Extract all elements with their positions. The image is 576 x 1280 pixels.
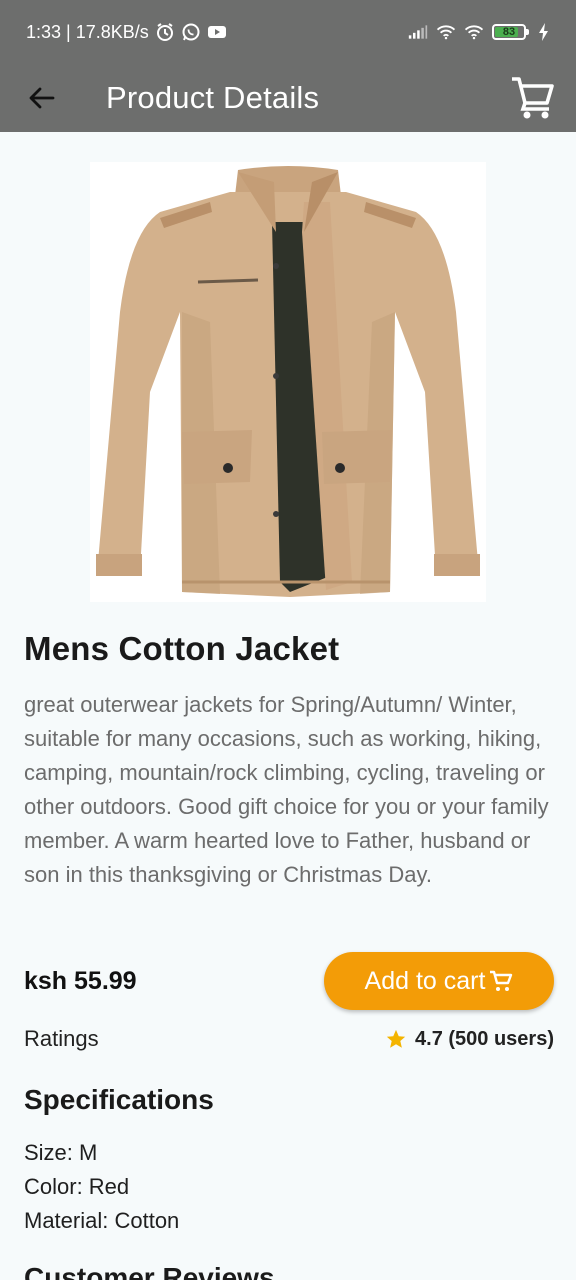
shopping-cart-icon: [512, 77, 554, 119]
wifi-icon: [464, 22, 484, 42]
spec-size: Size: M: [24, 1140, 98, 1165]
price-row: ksh 55.99 Add to cart: [24, 952, 554, 1010]
star-icon: [386, 1029, 406, 1048]
status-bar-left: 1:33 | 17.8KB/s: [26, 22, 227, 43]
back-button[interactable]: [14, 70, 70, 126]
product-content: Mens Cotton Jacket great outerwear jacke…: [24, 630, 554, 892]
product-price: ksh 55.99: [24, 966, 137, 995]
battery-level: 83: [502, 26, 516, 38]
customer-reviews-title: Customer Reviews: [24, 1262, 275, 1280]
status-text: 1:33 | 17.8KB/s: [26, 21, 149, 42]
signal-icon: [408, 22, 428, 42]
product-image: [90, 162, 486, 602]
cart-button[interactable]: [508, 73, 558, 123]
arrow-left-icon: [29, 87, 55, 109]
wifi-icon: [436, 22, 456, 42]
status-bar: 1:33 | 17.8KB/s 83: [0, 0, 576, 64]
specifications-title: Specifications: [24, 1084, 214, 1115]
status-bar-right: 83: [408, 22, 554, 42]
specifications-list: Size: M Color: Red Material: Cotton: [24, 1136, 179, 1238]
ratings-row: Ratings 4.7 (500 users): [24, 1026, 554, 1052]
rating-value: 4.7 (500 users): [385, 1028, 554, 1051]
whatsapp-icon: [181, 22, 201, 42]
alarm-icon: [155, 22, 175, 42]
battery-icon: 83: [492, 24, 529, 40]
charging-icon: [534, 22, 554, 42]
page-title: Product Details: [106, 80, 320, 115]
add-to-cart-label: Add to cart: [364, 966, 486, 995]
app-bar: Product Details: [0, 64, 576, 132]
youtube-icon: [207, 22, 227, 42]
product-name: Mens Cotton Jacket: [24, 630, 340, 667]
product-description: great outerwear jackets for Spring/Autum…: [24, 692, 549, 887]
rating-text: 4.7 (500 users): [415, 1027, 554, 1050]
add-to-cart-button[interactable]: Add to cart: [324, 952, 554, 1010]
spec-material: Material: Cotton: [24, 1208, 180, 1233]
cart-icon: [490, 970, 513, 991]
spec-color: Color: Red: [24, 1174, 130, 1199]
ratings-label: Ratings: [24, 1026, 99, 1051]
